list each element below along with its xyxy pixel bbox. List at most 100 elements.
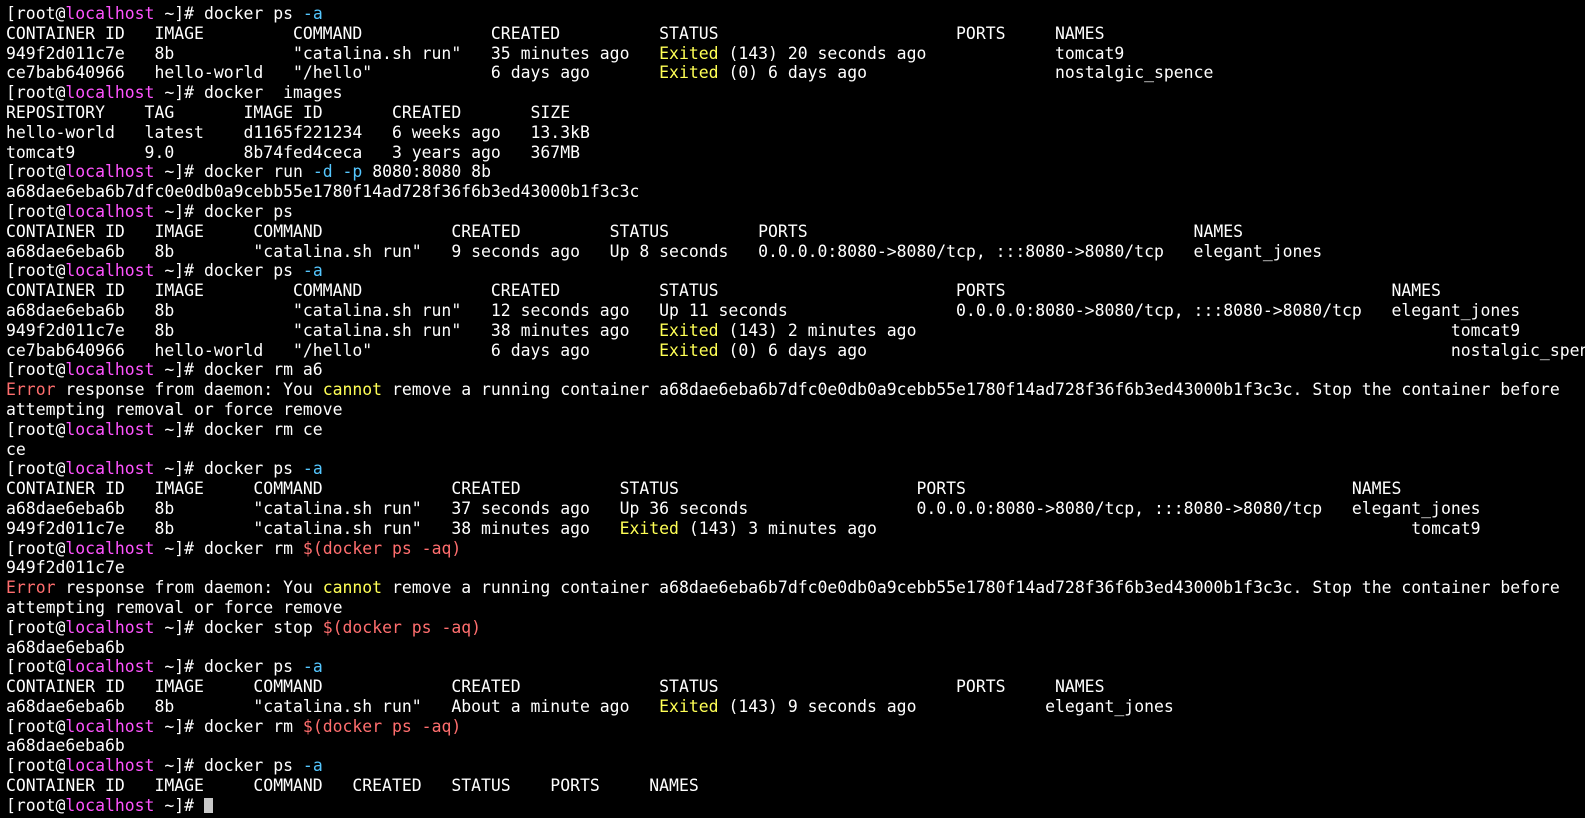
terminal-line: [root@localhost ~]# docker ps -a xyxy=(6,4,1585,24)
terminal-line: Error response from daemon: You cannot r… xyxy=(6,578,1585,598)
terminal-text-segment: -a xyxy=(302,4,323,23)
terminal-text-segment: Exited xyxy=(659,320,719,340)
terminal-text-segment: (143) 20 seconds ago tomcat9 xyxy=(718,43,1125,63)
terminal-line: tomcat9 9.0 8b74fed4ceca 3 years ago 367… xyxy=(6,143,1585,163)
terminal-text-segment: [root@ xyxy=(6,716,66,736)
terminal-line: [root@localhost ~]# docker images xyxy=(6,83,1585,103)
terminal-text-segment: CONTAINER ID IMAGE COMMAND CREATED STATU… xyxy=(6,677,1105,697)
terminal-text-segment: [root@ xyxy=(6,201,66,221)
terminal-text-segment: remove a running container a68dae6eba6b7… xyxy=(382,380,1560,400)
terminal-text-segment: remove a running container a68dae6eba6b7… xyxy=(382,578,1560,598)
terminal-line: a68dae6eba6b7dfc0e0db0a9cebb55e1780f14ad… xyxy=(6,182,1585,202)
terminal-text-segment: CONTAINER ID IMAGE COMMAND CREATED STATU… xyxy=(6,479,1402,499)
terminal-text-segment: Exited xyxy=(659,43,719,63)
terminal-text-segment: -p xyxy=(342,162,363,182)
terminal-line: [root@localhost ~]# docker stop $(docker… xyxy=(6,618,1585,638)
terminal-text-segment: (143) 3 minutes ago tomcat9 xyxy=(678,518,1481,538)
terminal-line: 949f2d011c7e xyxy=(6,558,1585,578)
terminal-text-segment: $(docker ps -aq) xyxy=(322,617,482,637)
terminal-text-segment: localhost xyxy=(65,756,155,776)
terminal-line: CONTAINER ID IMAGE COMMAND CREATED STATU… xyxy=(6,24,1585,44)
terminal-text-segment: (143) 9 seconds ago elegant_jones xyxy=(718,696,1174,716)
terminal-line: CONTAINER ID IMAGE COMMAND CREATED STATU… xyxy=(6,776,1585,796)
text-cursor[interactable] xyxy=(203,797,213,813)
terminal-text-segment: Exited xyxy=(659,340,719,360)
terminal-text-segment: cannot xyxy=(322,578,383,598)
terminal-text-segment: a68dae6eba6b xyxy=(6,637,125,657)
terminal-text-segment: CONTAINER ID IMAGE COMMAND CREATED STATU… xyxy=(6,776,699,796)
terminal-text-segment: localhost xyxy=(65,162,155,182)
terminal-text-segment: ~]# docker ps xyxy=(154,201,294,221)
terminal-line: [root@localhost ~]# docker run -d -p 808… xyxy=(6,162,1585,182)
terminal-text-segment: localhost xyxy=(65,795,155,815)
terminal-text-segment: [root@ xyxy=(6,419,66,439)
terminal-line: attempting removal or force remove xyxy=(6,598,1585,618)
terminal-text-segment: Exited xyxy=(659,696,719,716)
terminal-text-segment: [root@ xyxy=(6,538,66,558)
terminal-line: ce7bab640966 hello-world "/hello" 6 days… xyxy=(6,63,1585,83)
terminal-text-segment: tomcat9 9.0 8b74fed4ceca 3 years ago 367… xyxy=(6,142,580,162)
terminal-text-segment: localhost xyxy=(65,459,155,479)
terminal-window[interactable]: [root@localhost ~]# docker ps -a CONTAINE… xyxy=(0,0,1585,818)
terminal-line: a68dae6eba6b xyxy=(6,736,1585,756)
terminal-line: [root@localhost ~]# docker ps xyxy=(6,202,1585,222)
terminal-text-segment: [root@ xyxy=(6,795,66,815)
terminal-text-segment: localhost xyxy=(65,419,155,439)
terminal-text-segment: $(docker ps -aq) xyxy=(302,538,462,558)
terminal-line: attempting removal or force remove xyxy=(6,400,1585,420)
terminal-line: 949f2d011c7e 8b "catalina.sh run" 35 min… xyxy=(6,44,1585,64)
terminal-text-segment: ~]# docker rm xyxy=(154,716,303,736)
terminal-line: ce xyxy=(6,440,1585,460)
terminal-text-segment: ~]# docker stop xyxy=(154,617,323,637)
terminal-line: CONTAINER ID IMAGE COMMAND CREATED STATU… xyxy=(6,222,1585,242)
terminal-text-segment: attempting removal or force remove xyxy=(6,399,343,419)
terminal-text-segment: Error xyxy=(6,380,56,400)
terminal-text-segment: response from daemon: You xyxy=(55,578,323,598)
terminal-text-segment: ~]# docker images xyxy=(154,83,343,103)
terminal-text-segment: (0) 6 days ago nostalgic_spence xyxy=(718,63,1214,83)
terminal-text-segment: CONTAINER ID IMAGE COMMAND CREATED STATU… xyxy=(6,23,1105,43)
terminal-text-segment: ~]# docker ps xyxy=(154,657,303,677)
terminal-text-segment: -a xyxy=(302,261,323,281)
terminal-line: a68dae6eba6b 8b "catalina.sh run" 12 sec… xyxy=(6,301,1585,321)
terminal-line: REPOSITORY TAG IMAGE ID CREATED SIZE xyxy=(6,103,1585,123)
terminal-text-segment: ~]# docker run xyxy=(154,162,313,182)
terminal-text-segment: localhost xyxy=(65,4,155,23)
terminal-line: [root@localhost ~]# docker ps -a xyxy=(6,459,1585,479)
terminal-text-segment: a68dae6eba6b xyxy=(6,736,125,756)
terminal-text-segment: localhost xyxy=(65,360,155,380)
terminal-text-segment: attempting removal or force remove xyxy=(6,597,343,617)
terminal-text-segment: [root@ xyxy=(6,261,66,281)
terminal-line: CONTAINER ID IMAGE COMMAND CREATED STATU… xyxy=(6,281,1585,301)
terminal-line: CONTAINER ID IMAGE COMMAND CREATED STATU… xyxy=(6,479,1585,499)
terminal-line: [root@localhost ~]# docker rm $(docker p… xyxy=(6,717,1585,737)
terminal-text-segment: ~]# docker ps xyxy=(154,756,303,776)
terminal-text-segment: ~]# docker ps xyxy=(154,459,303,479)
terminal-text-segment: localhost xyxy=(65,716,155,736)
terminal-text-segment: ce xyxy=(6,439,26,459)
terminal-text-segment: [root@ xyxy=(6,360,66,380)
terminal-text-segment: ~]# xyxy=(154,795,204,815)
terminal-text-segment: [root@ xyxy=(6,4,66,23)
terminal-text-segment: 949f2d011c7e xyxy=(6,558,125,578)
terminal-text-segment: localhost xyxy=(65,261,155,281)
terminal-line: Error response from daemon: You cannot r… xyxy=(6,380,1585,400)
terminal-text-segment: [root@ xyxy=(6,657,66,677)
terminal-text-segment: [root@ xyxy=(6,756,66,776)
terminal-text-segment: a68dae6eba6b 8b "catalina.sh run" About … xyxy=(6,696,660,716)
terminal-text-segment: [root@ xyxy=(6,162,66,182)
terminal-line: [root@localhost ~]# docker ps -a xyxy=(6,756,1585,776)
terminal-text-segment: 949f2d011c7e 8b "catalina.sh run" 38 min… xyxy=(6,518,620,538)
terminal-text-segment: CONTAINER ID IMAGE COMMAND CREATED STATU… xyxy=(6,221,1244,241)
terminal-text-segment: ~]# docker rm ce xyxy=(154,419,323,439)
terminal-text-segment: [root@ xyxy=(6,617,66,637)
terminal-text-segment: [root@ xyxy=(6,83,66,103)
terminal-line: [root@localhost ~]# docker ps -a xyxy=(6,261,1585,281)
terminal-text-segment: localhost xyxy=(65,201,155,221)
terminal-text-segment: a68dae6eba6b 8b "catalina.sh run" 37 sec… xyxy=(6,498,1481,518)
terminal-line: hello-world latest d1165f221234 6 weeks … xyxy=(6,123,1585,143)
terminal-text-segment: [root@ xyxy=(6,459,66,479)
terminal-line: [root@localhost ~]# docker rm ce xyxy=(6,420,1585,440)
terminal-text-segment: $(docker ps -aq) xyxy=(302,716,462,736)
